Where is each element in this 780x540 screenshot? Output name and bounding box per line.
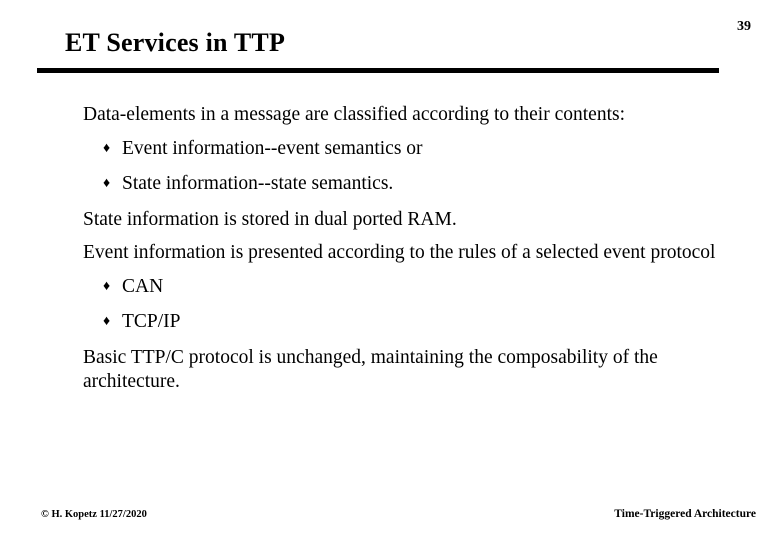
event-statement-paragraph: Event information is presented according… xyxy=(83,242,716,263)
page-number: 39 xyxy=(737,19,751,34)
diamond-bullet-icon: ♦ xyxy=(103,176,111,191)
slide-body: Data-elements in a message are classifie… xyxy=(83,103,743,404)
title-divider xyxy=(37,68,719,73)
closing-statement-paragraph: Basic TTP/C protocol is unchanged, maint… xyxy=(83,346,658,393)
diamond-bullet-icon: ♦ xyxy=(103,314,111,329)
list-item: ♦ TCP/IP xyxy=(83,310,743,337)
intro-paragraph: Data-elements in a message are classifie… xyxy=(83,104,625,125)
slide-canvas: ET Services in TTP 39 Data-elements in a… xyxy=(0,0,780,540)
list-item-label: TCP/IP xyxy=(122,311,181,332)
list-item: ♦ State information--state semantics. xyxy=(83,172,743,199)
footer-source: Time-Triggered Architecture xyxy=(614,508,756,520)
diamond-bullet-icon: ♦ xyxy=(103,278,111,294)
list-item-label: State information--state semantics. xyxy=(122,173,394,194)
list-item: ♦ CAN xyxy=(83,275,743,302)
page-title: ET Services in TTP xyxy=(65,28,286,57)
list-item-label: CAN xyxy=(122,275,164,297)
list-item-label: Event information--event semantics or xyxy=(122,137,423,159)
footer-copyright: © H. Kopetz 11/27/2020 xyxy=(41,509,147,520)
state-statement-paragraph: State information is stored in dual port… xyxy=(83,208,457,230)
diamond-bullet-icon: ♦ xyxy=(103,140,111,156)
list-item: ♦ Event information--event semantics or xyxy=(83,137,743,164)
